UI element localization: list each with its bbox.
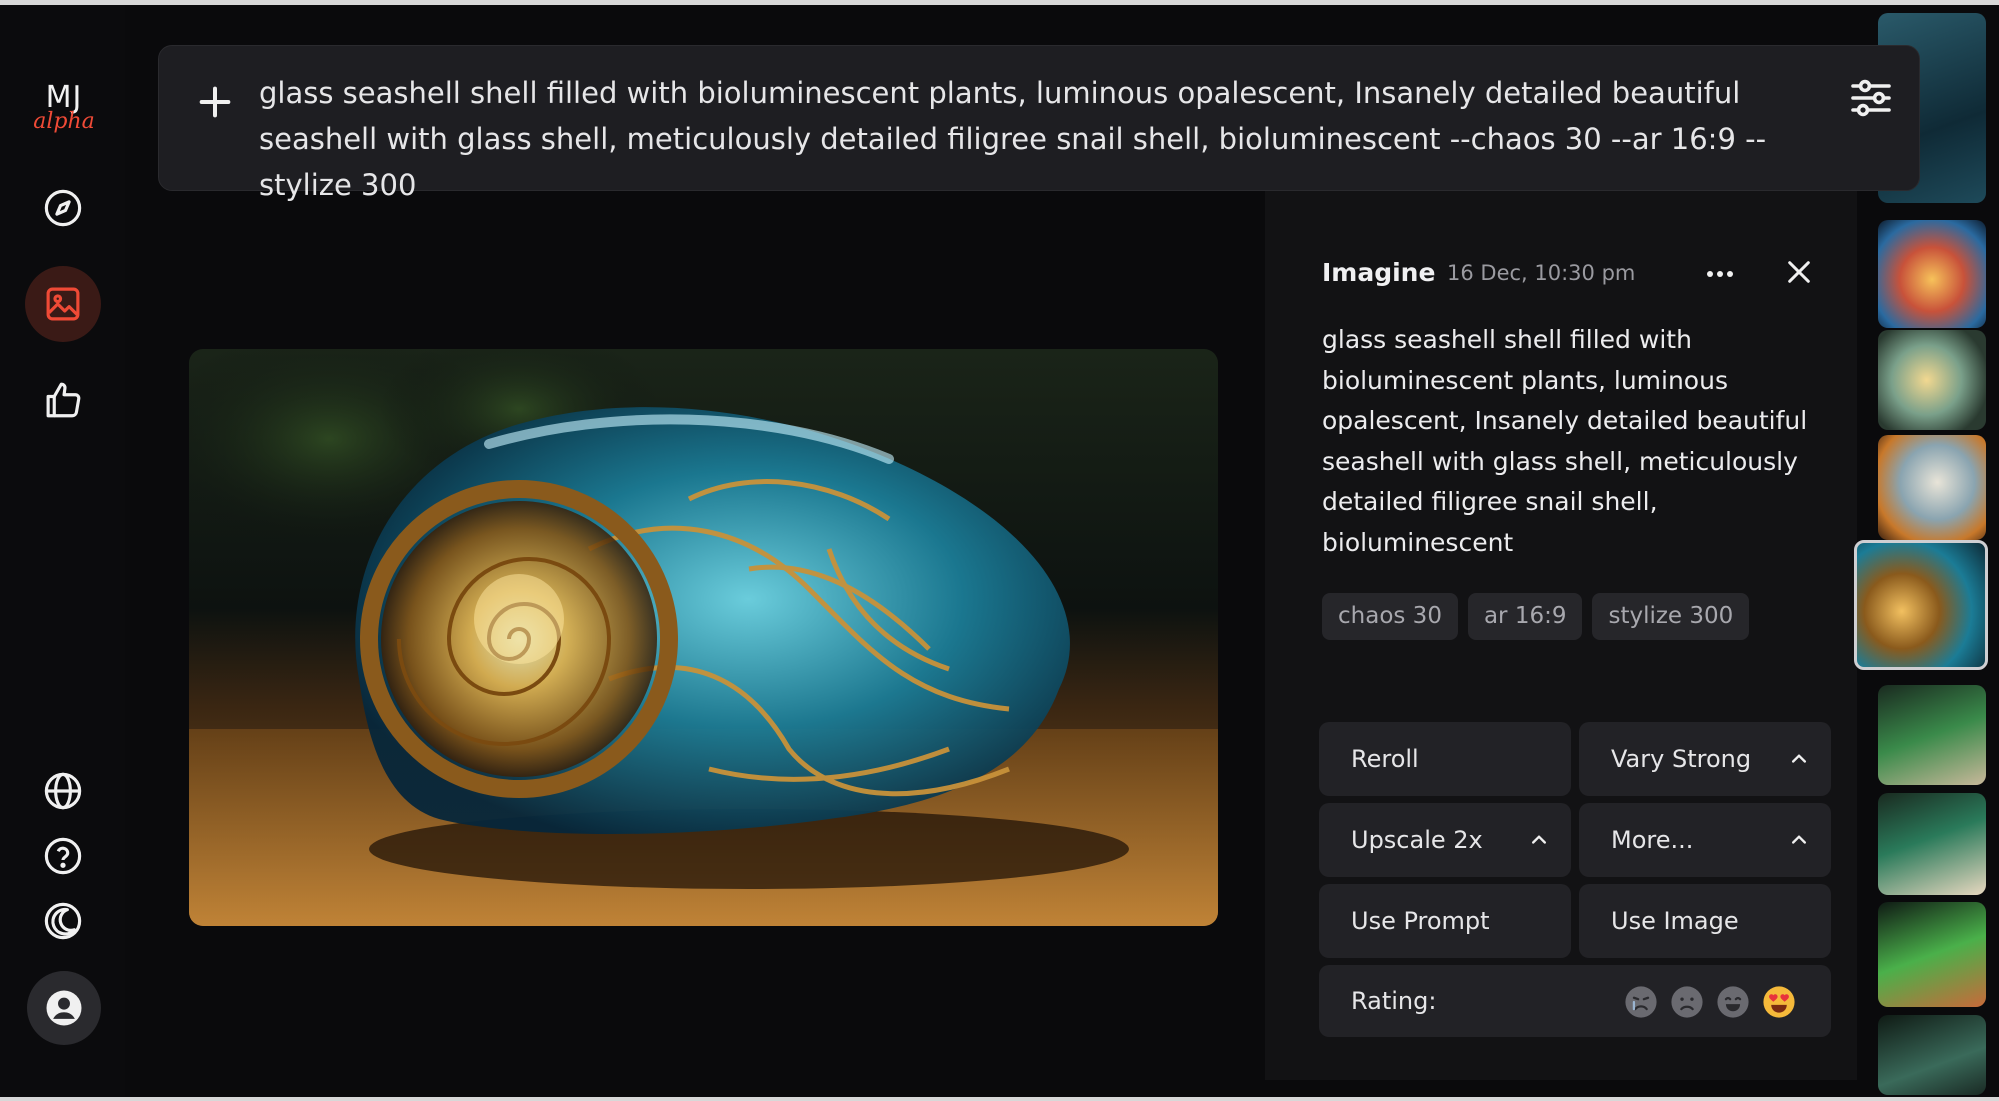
window-bottom-border [0,1097,1999,1101]
tag-aspect-ratio[interactable]: ar 16:9 [1467,593,1583,640]
sidebar-item-account[interactable] [27,971,101,1045]
close-icon[interactable] [1783,256,1815,288]
upscale-label: Upscale 2x [1351,826,1483,854]
settings-sliders-icon[interactable] [1847,74,1895,122]
use-image-label: Use Image [1611,907,1739,935]
reroll-label: Reroll [1351,745,1419,773]
sad-face-icon[interactable] [1670,985,1704,1019]
detail-panel: Imagine 16 Dec, 10:30 pm glass seashell … [1265,190,1865,1080]
history-thumbnail-selected[interactable] [1854,540,1988,670]
upscale-button[interactable]: Upscale 2x [1319,803,1571,877]
app-logo[interactable]: MJ alpha [28,83,100,133]
compass-icon [44,189,82,227]
vary-strong-button[interactable]: Vary Strong [1579,722,1831,796]
seashell-image [189,349,1218,926]
history-thumbnail[interactable] [1878,220,1986,328]
more-options-icon[interactable] [1702,260,1738,288]
crying-face-icon[interactable] [1624,985,1658,1019]
more-label: More... [1611,826,1694,854]
more-button[interactable]: More... [1579,803,1831,877]
rating-label: Rating: [1351,987,1437,1015]
help-circle-icon [44,837,82,875]
reroll-button[interactable]: Reroll [1319,722,1571,796]
tag-stylize[interactable]: stylize 300 [1592,593,1750,640]
sidebar: MJ alpha [0,5,125,1097]
history-thumbnail[interactable] [1878,435,1986,540]
prompt-bar[interactable]: glass seashell shell filled with biolumi… [158,45,1920,202]
thumbs-up-icon [46,382,81,418]
history-thumbnail[interactable] [1878,793,1986,895]
vary-strong-label: Vary Strong [1611,745,1752,773]
user-avatar-icon [46,990,82,1026]
job-timestamp: 16 Dec, 10:30 pm [1447,261,1636,285]
sidebar-item-create[interactable] [25,266,101,342]
history-thumbnail[interactable] [1878,902,1986,1007]
history-thumbnail[interactable] [1878,1015,1986,1095]
rating-bar: Rating: [1319,965,1831,1037]
generated-image[interactable] [189,349,1218,926]
chevron-up-icon [1792,754,1806,763]
prompt-description: glass seashell shell filled with biolumi… [1322,325,1808,557]
chevron-up-icon [1532,835,1546,844]
plus-icon[interactable] [195,82,235,122]
history-thumbnail[interactable] [1878,685,1986,785]
sidebar-item-theme[interactable] [25,883,101,959]
heart-eyes-face-icon[interactable] [1762,985,1796,1019]
job-type-title: Imagine [1322,258,1436,287]
logo-alpha-text: alpha [33,109,95,134]
moon-icon [44,902,82,940]
image-icon [46,287,80,321]
main-area [138,150,1265,1077]
use-image-button[interactable]: Use Image [1579,884,1831,958]
chevron-up-icon [1792,835,1806,844]
smiling-face-icon[interactable] [1716,985,1750,1019]
history-thumbnail[interactable] [1878,330,1986,430]
tag-chaos[interactable]: chaos 30 [1322,593,1458,640]
prompt-text[interactable]: glass seashell shell filled with biolumi… [259,70,1819,208]
sidebar-item-rank[interactable] [25,362,101,438]
window-top-border [0,0,1999,5]
use-prompt-button[interactable]: Use Prompt [1319,884,1571,958]
globe-icon [44,772,82,810]
parameter-tags: chaos 30 ar 16:9 stylize 300 [1322,593,1750,640]
sidebar-item-explore[interactable] [25,170,101,246]
use-prompt-label: Use Prompt [1351,907,1490,935]
